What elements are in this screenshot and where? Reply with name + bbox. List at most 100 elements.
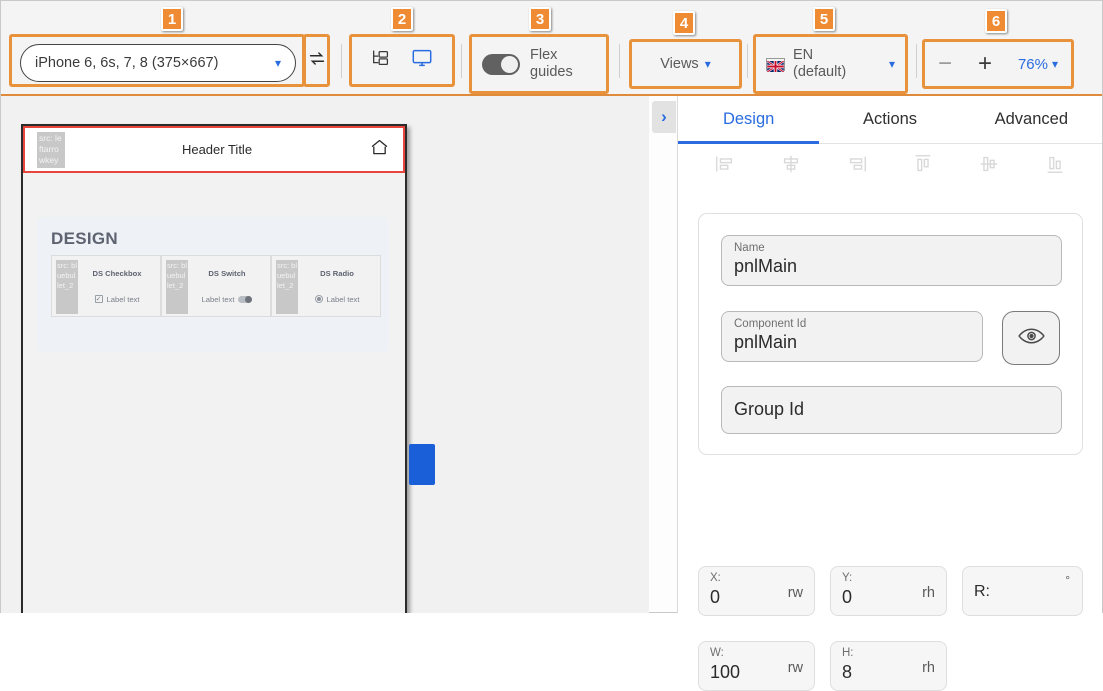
- zoom-controls-group: − + 76% ▾: [922, 39, 1074, 89]
- chevron-right-icon: ›: [661, 107, 667, 126]
- design-card-list: src: bluebullet_2 DS Checkbox ✓ Label te…: [51, 255, 389, 317]
- list-item[interactable]: src: bluebullet_2 DS Checkbox ✓ Label te…: [51, 255, 161, 317]
- toolbar-divider-5: [916, 44, 917, 78]
- callout-badge-3: 3: [529, 7, 551, 31]
- zoom-in-button[interactable]: +: [978, 52, 992, 76]
- visibility-toggle-button[interactable]: [1002, 311, 1060, 365]
- checkbox-icon[interactable]: ✓: [94, 295, 103, 303]
- device-select[interactable]: iPhone 6, 6s, 7, 8 (375×667) ▾: [20, 44, 296, 82]
- chevron-down-icon: ▾: [274, 56, 281, 70]
- width-field[interactable]: W: 100 rw: [698, 641, 815, 691]
- card-title: DS Radio: [320, 268, 354, 278]
- views-label: Views: [660, 56, 699, 72]
- list-item[interactable]: src: bluebullet_2 DS Switch Label text: [161, 255, 271, 317]
- width-unit: rw: [787, 660, 803, 676]
- height-field[interactable]: H: 8 rh: [830, 641, 947, 691]
- toolbar-divider-2: [461, 44, 462, 78]
- device-preview-frame[interactable]: src: leftarrowkey Header Title DESIGN sr…: [21, 124, 407, 613]
- language-label: EN (default): [793, 47, 881, 80]
- width-value: 100: [710, 662, 741, 682]
- align-center-horizontal-icon[interactable]: [779, 153, 803, 180]
- preview-header-selected[interactable]: src: leftarrowkey Header Title: [23, 126, 405, 173]
- rotate-orientation-group: [303, 34, 330, 87]
- chevron-down-icon: ▾: [888, 57, 895, 71]
- align-center-vertical-icon[interactable]: [977, 153, 1001, 180]
- eye-icon: [1017, 327, 1045, 350]
- card-label: Label text: [326, 294, 360, 304]
- position-x-unit: rw: [787, 585, 803, 601]
- design-section-title: DESIGN: [51, 229, 118, 248]
- group-id-field[interactable]: Group Id: [721, 386, 1062, 434]
- card-title: DS Switch: [208, 268, 246, 278]
- desktop-monitor-icon[interactable]: [409, 47, 435, 74]
- preview-header-title: Header Title: [181, 142, 253, 157]
- component-id-caption: Component Id: [734, 318, 807, 330]
- alignment-toolbar: [678, 144, 1102, 189]
- position-y-field[interactable]: Y: 0 rh: [830, 566, 947, 616]
- name-field-value: pnlMain: [734, 256, 798, 276]
- design-section: DESIGN src: bluebullet_2 DS Checkbox ✓ L…: [37, 217, 389, 352]
- tab-actions[interactable]: Actions: [819, 96, 960, 143]
- position-x-field[interactable]: X: 0 rw: [698, 566, 815, 616]
- selected-blue-component[interactable]: [409, 444, 435, 485]
- properties-panel: Design Actions Advanced Name pnlMain Com…: [677, 96, 1102, 691]
- canvas-area[interactable]: src: leftarrowkey Header Title DESIGN sr…: [1, 96, 649, 613]
- callout-badge-5: 5: [813, 7, 835, 31]
- height-value: 8: [842, 662, 853, 682]
- tab-advanced[interactable]: Advanced: [961, 96, 1102, 143]
- chevron-down-icon: ▾: [1051, 57, 1059, 71]
- language-selector[interactable]: EN (default) ▾: [753, 34, 908, 94]
- panel-collapse-button[interactable]: ›: [652, 101, 676, 133]
- width-caption: W:: [710, 647, 724, 659]
- device-select-label: iPhone 6, 6s, 7, 8 (375×667): [35, 55, 219, 71]
- position-x-caption: X:: [710, 572, 721, 584]
- align-left-icon[interactable]: [713, 153, 737, 180]
- toolbar-divider-3: [619, 44, 620, 78]
- position-y-value: 0: [842, 587, 853, 607]
- component-properties-card: Name pnlMain Component Id pnlMain Group …: [698, 213, 1083, 455]
- zoom-out-button[interactable]: −: [938, 52, 952, 76]
- tab-design[interactable]: Design: [678, 96, 820, 144]
- broken-image-placeholder: src: bluebullet_2: [276, 260, 298, 314]
- height-caption: H:: [842, 647, 854, 659]
- zoom-level-dropdown[interactable]: 76% ▾: [1018, 56, 1058, 73]
- callout-badge-4: 4: [673, 11, 695, 35]
- rotate-swap-icon[interactable]: [306, 47, 328, 74]
- callout-badge-2: 2: [391, 7, 413, 31]
- card-title: DS Checkbox: [92, 268, 142, 278]
- toggle-knob: [501, 55, 518, 73]
- flex-guides-label: Flex guides: [530, 47, 573, 80]
- home-icon[interactable]: [369, 137, 391, 163]
- app-root: 1 2 3 4 5 6 iPhone 6, 6s, 7, 8 (375×667)…: [0, 0, 1103, 691]
- zoom-level-value: 76%: [1017, 55, 1048, 73]
- preview-body: DESIGN src: bluebullet_2 DS Checkbox ✓ L…: [23, 173, 405, 613]
- callout-badge-1: 1: [161, 7, 183, 31]
- toolbar-divider: [341, 44, 342, 78]
- component-id-field[interactable]: Component Id pnlMain: [721, 311, 983, 362]
- language-code: EN: [793, 47, 814, 64]
- broken-image-placeholder: src: leftarrowkey: [37, 131, 65, 168]
- flex-guides-label-line2: guides: [530, 64, 573, 80]
- uk-flag-icon: [766, 57, 785, 73]
- broken-image-placeholder: src: bluebullet_2: [56, 260, 78, 314]
- align-bottom-icon[interactable]: [1043, 153, 1067, 180]
- name-field-caption: Name: [734, 242, 765, 254]
- align-right-icon[interactable]: [845, 153, 869, 180]
- chevron-down-icon: ▾: [704, 57, 711, 71]
- list-item[interactable]: src: bluebullet_2 DS Radio Label text: [271, 255, 381, 317]
- language-default-note: (default): [793, 64, 847, 80]
- card-label: Label text: [201, 294, 235, 304]
- name-field[interactable]: Name pnlMain: [721, 235, 1062, 286]
- callout-badge-6: 6: [985, 9, 1007, 33]
- radio-button-icon[interactable]: [314, 295, 323, 303]
- flex-guides-group: Flex guides: [469, 34, 609, 94]
- switch-toggle[interactable]: [238, 295, 253, 303]
- align-top-icon[interactable]: [911, 153, 935, 180]
- flex-guides-label-line1: Flex: [530, 47, 558, 64]
- views-dropdown[interactable]: Views ▾: [629, 39, 742, 89]
- flex-guides-toggle[interactable]: [482, 53, 520, 75]
- tree-structure-icon[interactable]: [369, 47, 393, 74]
- toolbar: 1 2 3 4 5 6 iPhone 6, 6s, 7, 8 (375×667)…: [1, 1, 1102, 96]
- height-unit: rh: [922, 660, 935, 676]
- rotation-field[interactable]: R: °: [962, 566, 1083, 616]
